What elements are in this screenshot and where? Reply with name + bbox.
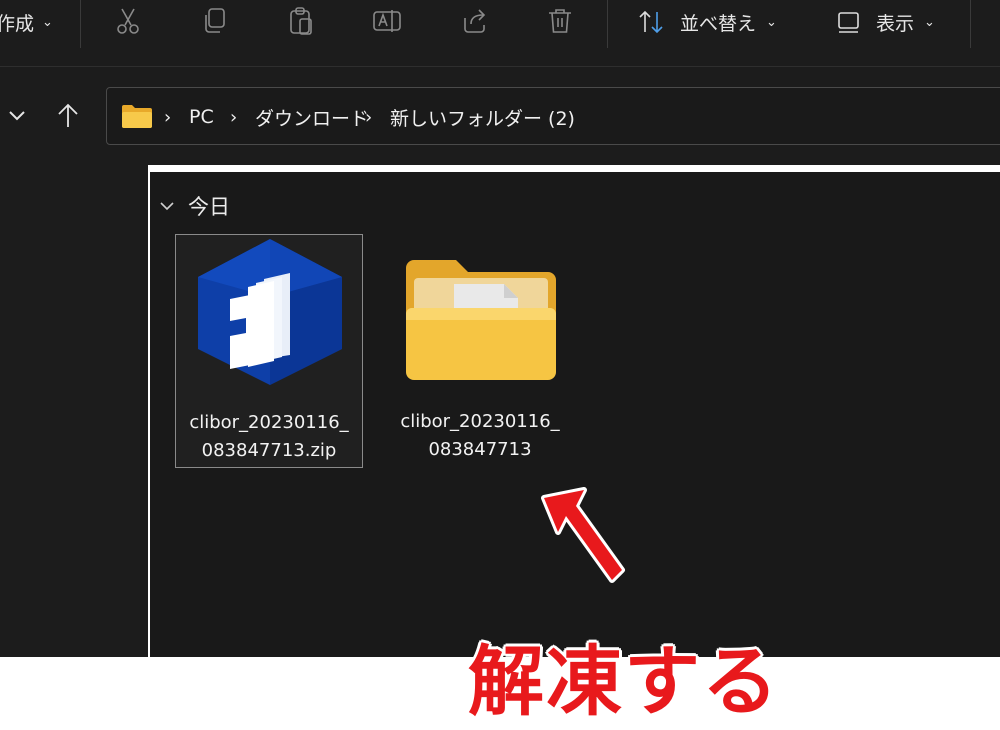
view-icon <box>838 12 859 33</box>
folder-icon <box>122 105 152 128</box>
group-label: 今日 <box>188 195 230 219</box>
sort-button[interactable]: 並べ替え ⌄ <box>636 0 777 44</box>
view-button[interactable]: 表示 ⌄ <box>836 0 935 44</box>
view-label: 表示 <box>876 12 915 35</box>
file-name-line1: clibor_20230116_ <box>400 411 560 432</box>
breadcrumb-new-folder[interactable]: 新しいフォルダー (2) <box>390 88 575 146</box>
chevron-down-icon: ⌄ <box>924 14 935 30</box>
address-row: › PC › ダウンロード › 新しいフォルダー (2) <box>0 67 1000 165</box>
cut-icon[interactable] <box>113 6 143 36</box>
annotation-text: 解凍する <box>468 637 780 726</box>
sort-icon <box>639 10 663 34</box>
share-icon[interactable] <box>459 6 489 36</box>
breadcrumb-downloads[interactable]: ダウンロード <box>255 88 369 146</box>
chevron-down-icon: ⌄ <box>766 14 777 30</box>
chevron-right-icon[interactable]: › <box>230 88 237 146</box>
new-button[interactable]: 作成 ⌄ <box>0 0 53 44</box>
command-bar: 作成 ⌄ 並べ替え ⌄ 表示 ⌄ <box>0 0 1000 67</box>
chevron-down-icon: ⌄ <box>42 14 53 30</box>
chevron-right-icon[interactable]: › <box>365 88 372 146</box>
group-header-today[interactable]: 今日 <box>158 190 230 222</box>
breadcrumb-pc[interactable]: PC <box>189 88 214 146</box>
rename-icon[interactable] <box>372 6 402 36</box>
zip-archive-icon <box>198 239 342 385</box>
chevron-down-icon[interactable] <box>6 105 28 127</box>
new-label: 作成 <box>0 12 35 35</box>
file-item-zip[interactable]: clibor_20230116_ 083847713.zip <box>175 234 363 468</box>
file-item-folder[interactable]: clibor_20230116_ 083847713 <box>386 234 574 468</box>
up-arrow-icon[interactable] <box>56 101 80 129</box>
sort-label: 並べ替え <box>680 12 757 35</box>
chevron-down-icon <box>160 202 174 211</box>
file-name-line2: 083847713 <box>428 439 532 460</box>
chevron-right-icon[interactable]: › <box>164 88 171 146</box>
navigation-pane[interactable] <box>0 165 148 657</box>
folder-icon <box>406 260 556 380</box>
address-bar[interactable]: › PC › ダウンロード › 新しいフォルダー (2) <box>106 87 1000 145</box>
annotation-arrow-icon <box>541 487 625 583</box>
delete-icon[interactable] <box>545 6 575 36</box>
copy-icon[interactable] <box>199 6 229 36</box>
file-name-line2: 083847713.zip <box>201 440 337 461</box>
file-name-line1: clibor_20230116_ <box>189 412 349 433</box>
paste-icon[interactable] <box>286 6 316 36</box>
